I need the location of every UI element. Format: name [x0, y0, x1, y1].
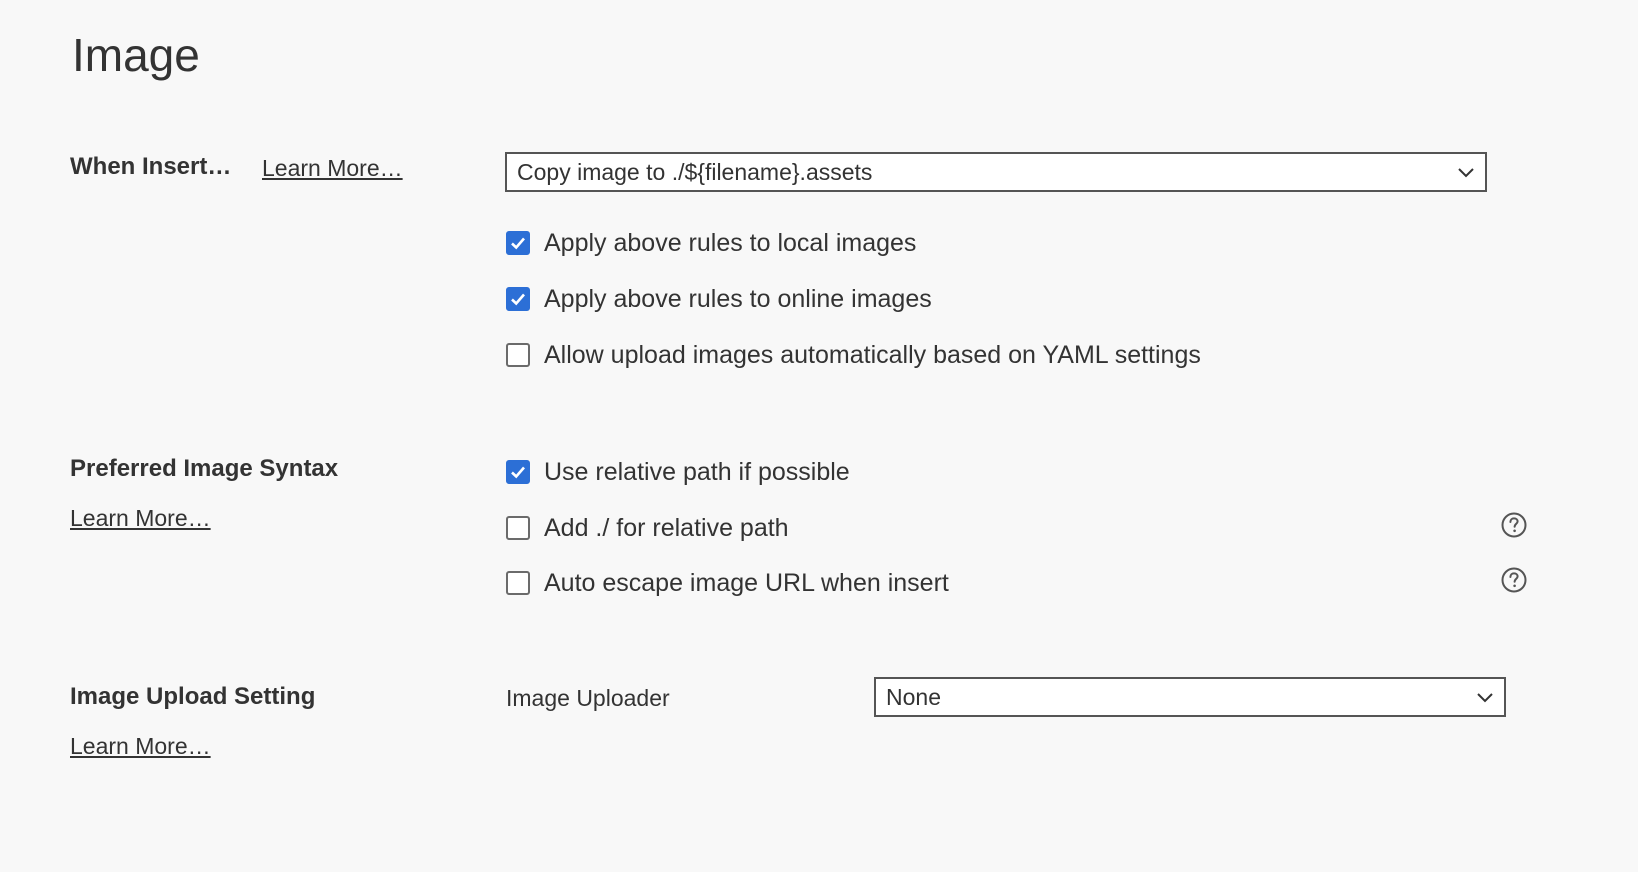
- checkmark-icon: [511, 293, 525, 306]
- upload-setting-learn-more-link[interactable]: Learn More…: [70, 733, 211, 761]
- page-title: Image: [72, 29, 200, 81]
- question-circle-icon[interactable]: [1500, 566, 1528, 594]
- checkmark-icon: [511, 466, 525, 479]
- chevron-down-icon: [1458, 168, 1474, 178]
- preferred-syntax-label: Preferred Image Syntax: [70, 455, 339, 482]
- checkbox-label: Apply above rules to local images: [544, 228, 917, 257]
- when-insert-learn-more-link[interactable]: Learn More…: [262, 155, 403, 183]
- chevron-down-icon: [1477, 693, 1493, 703]
- image-uploader-select[interactable]: None: [874, 677, 1506, 717]
- checkbox-label: Apply above rules to online images: [544, 284, 932, 313]
- checkbox-row-relative-path[interactable]: Use relative path if possible: [506, 456, 850, 488]
- question-circle-icon[interactable]: [1500, 511, 1528, 539]
- checkbox-relative-path[interactable]: [506, 460, 530, 484]
- checkbox-row-auto-escape[interactable]: Auto escape image URL when insert: [506, 567, 949, 599]
- checkbox-online-images[interactable]: [506, 287, 530, 311]
- checkbox-row-online-images[interactable]: Apply above rules to online images: [506, 283, 932, 315]
- when-insert-label: When Insert…: [70, 153, 232, 180]
- checkbox-auto-escape[interactable]: [506, 571, 530, 595]
- checkbox-row-yaml-upload[interactable]: Allow upload images automatically based …: [506, 339, 1201, 371]
- checkbox-label: Allow upload images automatically based …: [544, 340, 1201, 369]
- checkbox-local-images[interactable]: [506, 231, 530, 255]
- preferred-syntax-learn-more-link[interactable]: Learn More…: [70, 505, 211, 533]
- image-uploader-select-value: None: [886, 683, 941, 710]
- checkbox-label: Auto escape image URL when insert: [544, 568, 949, 597]
- checkbox-yaml-upload[interactable]: [506, 343, 530, 367]
- checkmark-icon: [511, 237, 525, 250]
- when-insert-select-value: Copy image to ./${filename}.assets: [517, 158, 873, 185]
- when-insert-select[interactable]: Copy image to ./${filename}.assets: [505, 152, 1487, 192]
- checkbox-row-add-dot-slash[interactable]: Add ./ for relative path: [506, 512, 789, 544]
- upload-setting-label: Image Upload Setting: [70, 683, 316, 710]
- checkbox-row-local-images[interactable]: Apply above rules to local images: [506, 227, 916, 259]
- checkbox-add-dot-slash[interactable]: [506, 516, 530, 540]
- checkbox-label: Add ./ for relative path: [544, 513, 789, 542]
- image-uploader-label: Image Uploader: [506, 685, 670, 711]
- checkbox-label: Use relative path if possible: [544, 457, 850, 486]
